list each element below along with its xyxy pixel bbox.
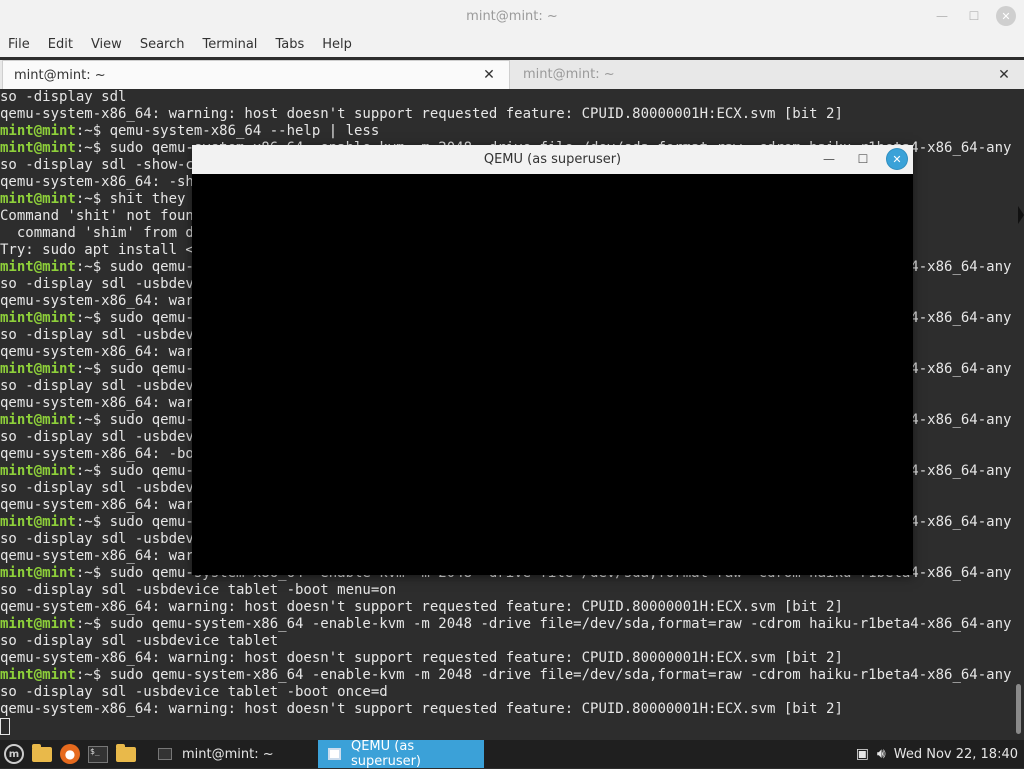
system-tray: ▣ 🔊︎ Wed Nov 22, 18:40 xyxy=(856,746,1024,762)
prompt: mint@mint xyxy=(0,140,76,156)
prompt: mint@mint xyxy=(0,514,76,530)
prompt: mint@mint xyxy=(0,361,76,377)
menu-terminal[interactable]: Terminal xyxy=(193,37,266,52)
tab-2[interactable]: mint@mint: ~ ✕ xyxy=(512,60,1024,89)
clock[interactable]: Wed Nov 22, 18:40 xyxy=(894,747,1018,762)
menu-help[interactable]: Help xyxy=(313,37,361,52)
terminal-line: qemu-system-x86_64: warning: host doesn'… xyxy=(0,599,843,615)
prompt: mint@mint xyxy=(0,123,76,139)
qemu-titlebar[interactable]: QEMU (as superuser) — ☐ ✕ xyxy=(192,145,913,175)
menubar: File Edit View Search Terminal Tabs Help xyxy=(0,32,1024,57)
menu-tabs[interactable]: Tabs xyxy=(266,37,313,52)
prompt: mint@mint xyxy=(0,565,76,581)
terminal-line: qemu-system-x86_64: warn xyxy=(0,548,203,564)
tab-close-icon[interactable]: ✕ xyxy=(479,67,499,83)
terminal-line: mint@mint:~$ sudo qemu-system-x86_64 -en… xyxy=(0,616,1012,632)
terminal-line: qemu-system-x86_64: warning: host doesn'… xyxy=(0,701,843,717)
terminal-line: Command 'shit' not found xyxy=(0,208,203,224)
qemu-display[interactable] xyxy=(192,174,913,575)
menu-search[interactable]: Search xyxy=(131,37,194,52)
qemu-minimize-button[interactable]: — xyxy=(819,149,839,169)
tab-bar: mint@mint: ~ ✕ mint@mint: ~ ✕ xyxy=(0,60,1024,90)
terminal-line: mint@mint:~$ shit they l xyxy=(0,191,203,207)
tab-label: mint@mint: ~ xyxy=(14,67,106,83)
window-title: mint@mint: ~ xyxy=(466,8,558,24)
qemu-task-icon xyxy=(328,748,341,760)
terminal-line: qemu-system-x86_64: warn xyxy=(0,395,203,411)
prompt: mint@mint xyxy=(0,310,76,326)
tab-label: mint@mint: ~ xyxy=(523,67,615,82)
tab-close-icon[interactable]: ✕ xyxy=(994,67,1014,83)
terminal-line: so -display sdl -usbdevice tablet -boot … xyxy=(0,582,397,598)
terminal-line: qemu-system-x86_64: warn xyxy=(0,293,203,309)
maximize-button[interactable]: ☐ xyxy=(964,6,984,26)
prompt: mint@mint xyxy=(0,616,76,632)
terminal-line: so -display sdl xyxy=(0,89,127,105)
terminal-line: so -display sdl -usbdevice tablet xyxy=(0,633,279,649)
terminal-line: so -display sdl -usbdevice tablet -boot … xyxy=(0,684,388,700)
terminal-line: qemu-system-x86_64: -boo xyxy=(0,446,203,462)
files-icon[interactable] xyxy=(112,740,140,768)
terminal-line: mint@mint:~$ qemu-system-x86_64 --help |… xyxy=(0,123,380,139)
qemu-maximize-button[interactable]: ☐ xyxy=(853,149,873,169)
terminal-line: command 'shim' from de xyxy=(0,225,203,241)
terminal-line: qemu-system-x86_64: warn xyxy=(0,344,203,360)
prompt: mint@mint xyxy=(0,667,76,683)
terminal-line: qemu-system-x86_64: warning: host doesn'… xyxy=(0,650,843,666)
qemu-title: QEMU (as superuser) xyxy=(483,152,622,167)
taskbar: m ● $_ mint@mint: ~ QEMU (as superuser) … xyxy=(0,739,1024,769)
terminal-line: qemu-system-x86_64: warn xyxy=(0,497,203,513)
terminal-task-icon xyxy=(158,748,172,760)
task-label: QEMU (as superuser) xyxy=(350,739,422,769)
volume-icon[interactable]: 🔊︎ xyxy=(877,746,886,762)
prompt: mint@mint xyxy=(0,412,76,428)
task-terminal[interactable]: mint@mint: ~ xyxy=(148,740,318,768)
terminal-line: qemu-system-x86_64: warning: host doesn'… xyxy=(0,106,843,122)
notification-icon[interactable]: ▣ xyxy=(856,746,869,762)
prompt: mint@mint xyxy=(0,191,76,207)
scrollbar-thumb[interactable] xyxy=(1016,684,1021,734)
prompt: mint@mint xyxy=(0,463,76,479)
menu-edit[interactable]: Edit xyxy=(39,37,82,52)
terminal-scrollbar[interactable] xyxy=(1012,89,1024,740)
text-cursor xyxy=(0,718,10,735)
folder-icon[interactable] xyxy=(28,740,56,768)
menu-view[interactable]: View xyxy=(82,37,131,52)
qemu-close-button[interactable]: ✕ xyxy=(887,149,907,169)
task-qemu[interactable]: QEMU (as superuser) xyxy=(318,739,484,769)
task-label: mint@mint: ~ xyxy=(182,746,274,762)
mouse-pointer-icon xyxy=(1018,206,1024,224)
terminal-titlebar[interactable]: mint@mint: ~ — ☐ ✕ xyxy=(0,0,1024,32)
qemu-window[interactable]: QEMU (as superuser) — ☐ ✕ xyxy=(192,145,913,575)
menu-file[interactable]: File xyxy=(0,37,39,52)
tab-1[interactable]: mint@mint: ~ ✕ xyxy=(2,60,510,89)
minimize-button[interactable]: — xyxy=(932,6,952,26)
terminal-icon[interactable]: $_ xyxy=(84,740,112,768)
terminal-line: mint@mint:~$ sudo qemu-system-x86_64 -en… xyxy=(0,667,1012,683)
firefox-icon[interactable]: ● xyxy=(56,740,84,768)
terminal-line: Try: sudo apt install <d xyxy=(0,242,203,258)
mint-menu-icon[interactable]: m xyxy=(0,740,28,768)
prompt: mint@mint xyxy=(0,259,76,275)
close-button[interactable]: ✕ xyxy=(996,6,1016,26)
